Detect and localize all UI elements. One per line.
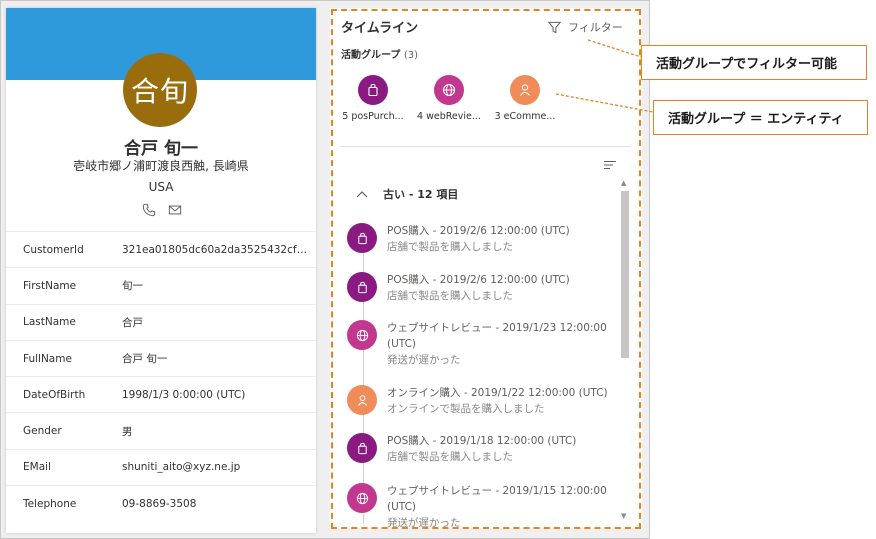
scroll-up-arrow-icon[interactable]: ▲ xyxy=(621,179,626,187)
globe-icon xyxy=(347,483,377,513)
timeline-title: タイムライン xyxy=(341,21,419,36)
field-row-firstname: FirstName 旬一 xyxy=(6,267,316,303)
shopping-bag-icon xyxy=(347,272,377,302)
sort-icon[interactable] xyxy=(604,160,616,170)
customer-address: 壱岐市郷ノ浦町渡良西触, 長崎県 xyxy=(73,159,249,173)
scroll-thumb[interactable] xyxy=(621,191,629,358)
globe-icon xyxy=(434,75,464,105)
phone-icon[interactable] xyxy=(142,202,156,217)
shopping-bag-icon xyxy=(358,75,388,105)
person-icon xyxy=(510,75,540,105)
customer-profile-card: 合旬 合戸 旬一 壱岐市郷ノ浦町渡良西触, 長崎県 USA CustomerId… xyxy=(6,8,316,533)
customer-fields: CustomerId 321ea01805dc60a2da3525432cf75… xyxy=(6,231,316,521)
field-row-gender: Gender 男 xyxy=(6,412,316,448)
person-icon xyxy=(347,385,377,415)
field-row-email: EMail shuniti_aito@xyz.ne.jp xyxy=(6,448,316,485)
field-row-customerid: CustomerId 321ea01805dc60a2da3525432cf75… xyxy=(6,231,316,267)
timeline-scrollbar[interactable]: ▲ ▼ xyxy=(621,179,629,520)
field-row-dateofbirth: DateOfBirth 1998/1/3 0:00:00 (UTC) xyxy=(6,376,316,412)
chevron-up-icon xyxy=(356,191,368,198)
field-row-lastname: LastName 合戸 xyxy=(6,303,316,340)
filter-label: フィルター xyxy=(568,21,623,34)
activity-group-ecommerce[interactable]: 3 eComme... xyxy=(490,75,560,122)
customer-country: USA xyxy=(148,180,174,194)
scroll-down-arrow-icon[interactable]: ▼ xyxy=(621,512,626,520)
activity-group-pos[interactable]: 5 posPurch... xyxy=(338,75,408,122)
field-row-telephone: Telephone 09-8869-3508 xyxy=(6,485,316,521)
activity-groups-label: 活動グループ (3) xyxy=(341,50,419,61)
contact-actions xyxy=(142,202,182,218)
callout-filter-note: 活動グループでフィルター可能 xyxy=(641,45,867,80)
filter-button[interactable]: フィルター xyxy=(548,19,623,35)
filter-icon xyxy=(548,21,561,33)
timeline-panel: タイムライン フィルター 活動グループ (3) 5 posPurch... 4 … xyxy=(330,8,642,528)
customer-name: 合戸 旬一 xyxy=(124,139,198,159)
mail-icon[interactable] xyxy=(168,202,182,216)
avatar: 合旬 xyxy=(123,53,197,127)
shopping-bag-icon xyxy=(347,223,377,253)
field-row-fullname: FullName 合戸 旬一 xyxy=(6,339,316,376)
globe-icon xyxy=(347,320,377,350)
older-section-header[interactable]: 古い - 12 項目 xyxy=(356,186,458,202)
callout-entity-note: 活動グループ ＝ エンティティ xyxy=(653,100,868,135)
shopping-bag-icon xyxy=(347,433,377,463)
timeline-divider xyxy=(341,146,631,147)
activity-group-web[interactable]: 4 webRevie... xyxy=(414,75,484,122)
